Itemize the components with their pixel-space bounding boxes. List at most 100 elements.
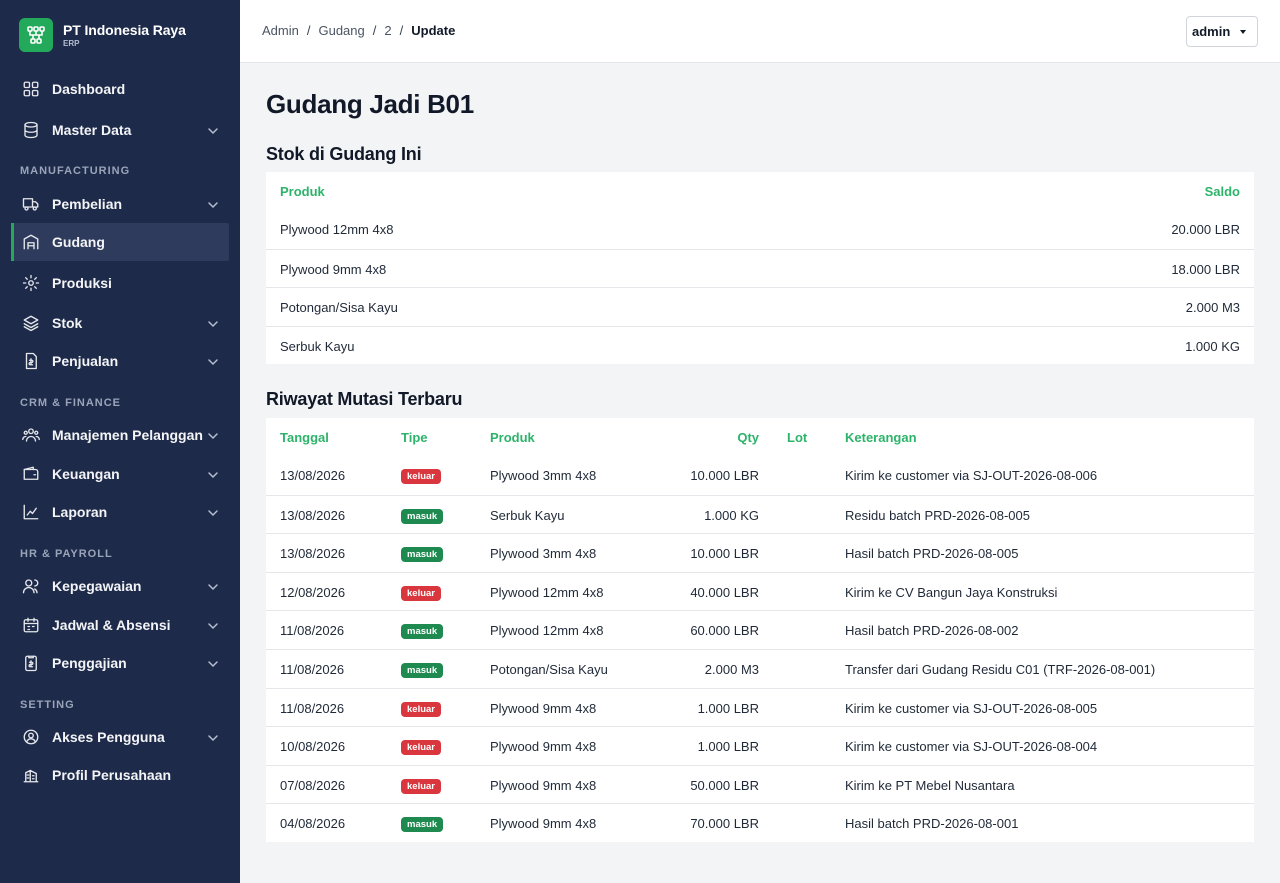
history-product: Plywood 3mm 4x8 bbox=[490, 546, 597, 562]
sidebar-item-jadwal-absensi[interactable]: Jadwal & Absensi bbox=[11, 606, 229, 644]
sidebar-item-stok[interactable]: Stok bbox=[11, 304, 229, 342]
col-date: Tanggal bbox=[280, 430, 329, 445]
breadcrumb-admin[interactable]: Admin bbox=[262, 23, 299, 38]
chevron-down-icon bbox=[207, 619, 219, 631]
sidebar-item-penggajian[interactable]: Penggajian bbox=[11, 644, 229, 682]
history-date: 10/08/2026 bbox=[280, 739, 346, 755]
sidebar-item-laporan[interactable]: Laporan bbox=[11, 493, 229, 531]
history-qty: 40.000 LBR bbox=[690, 584, 759, 600]
sidebar-item-label: Dashboard bbox=[52, 81, 126, 97]
sidebar-item-gudang[interactable]: Gudang bbox=[11, 223, 229, 261]
wallet-icon bbox=[22, 465, 40, 483]
sidebar-item-label: Profil Perusahaan bbox=[52, 767, 172, 783]
sidebar-item-label: Manajemen Pelanggan bbox=[52, 427, 203, 443]
sidebar-item-pembelian[interactable]: Pembelian bbox=[11, 185, 229, 223]
brand[interactable]: PT Indonesia Raya ERP bbox=[0, 0, 240, 70]
type-badge: masuk bbox=[401, 547, 444, 563]
sidebar-item-label: Penggajian bbox=[52, 655, 127, 671]
history-date: 11/08/2026 bbox=[280, 700, 345, 716]
table-row: Plywood 12mm 4x8 20.000 LBR bbox=[266, 210, 1254, 249]
page-title: Gudang Jadi B01 bbox=[266, 89, 474, 119]
sidebar-item-dashboard[interactable]: Dashboard bbox=[11, 70, 229, 108]
sidebar-item-keuangan[interactable]: Keuangan bbox=[11, 455, 229, 493]
history-date: 13/08/2026 bbox=[280, 546, 346, 562]
type-badge: masuk bbox=[401, 662, 444, 678]
history-note: Kirim ke customer via SJ-OUT-2026-08-004 bbox=[845, 739, 1098, 755]
history-qty: 2.000 M3 bbox=[704, 661, 759, 677]
chevron-down-icon bbox=[207, 468, 219, 480]
history-product: Serbuk Kayu bbox=[490, 507, 565, 523]
col-type: Tipe bbox=[401, 430, 428, 445]
type-badge: masuk bbox=[401, 817, 444, 833]
table-row: 11/08/2026 masuk Plywood 12mm 4x8 60.000 LB… bbox=[266, 610, 1254, 649]
history-qty: 1.000 KG bbox=[704, 507, 759, 523]
building-icon bbox=[22, 766, 40, 784]
stock-product: Serbuk Kayu bbox=[280, 338, 355, 354]
sidebar-item-master-data[interactable]: Master Data bbox=[11, 111, 229, 149]
col-balance: Saldo bbox=[1204, 184, 1240, 199]
history-date: 04/08/2026 bbox=[280, 816, 346, 832]
history-date: 07/08/2026 bbox=[280, 777, 346, 793]
history-note: Kirim ke customer via SJ-OUT-2026-08-006 bbox=[845, 468, 1098, 483]
hierarchy-icon bbox=[19, 18, 53, 52]
invoice-icon bbox=[22, 352, 40, 370]
people-icon bbox=[22, 577, 40, 595]
table-row: 12/08/2026 keluar Plywood 12mm 4x8 40.000 L… bbox=[266, 571, 1254, 611]
sidebar-item-label: Laporan bbox=[52, 504, 108, 520]
breadcrumb-current: Update bbox=[411, 23, 456, 38]
sidebar-item-label: Produksi bbox=[52, 275, 112, 291]
truck-icon bbox=[22, 195, 40, 213]
history-note: Kirim ke PT Mebel Nusantara bbox=[845, 777, 1015, 793]
database-icon bbox=[22, 121, 40, 139]
sidebar-item-manajemen-pelanggan[interactable]: Manajemen Pelanggan bbox=[11, 416, 229, 454]
history-product: Plywood 9mm 4x8 bbox=[490, 739, 597, 755]
section-manufacturing: MANUFACTURING bbox=[20, 165, 131, 177]
user-name: admin bbox=[1192, 24, 1231, 39]
history-product: Plywood 9mm 4x8 bbox=[490, 816, 597, 832]
sidebar: PT Indonesia Raya ERP MANUFACTURING CRM … bbox=[0, 0, 240, 883]
chevron-down-icon bbox=[207, 429, 219, 441]
stock-product: Plywood 12mm 4x8 bbox=[280, 222, 394, 237]
sidebar-item-produksi[interactable]: Produksi bbox=[11, 264, 229, 302]
history-date: 11/08/2026 bbox=[280, 623, 345, 639]
chevron-down-icon bbox=[207, 317, 219, 329]
sidebar-item-profil-perusahaan[interactable]: Profil Perusahaan bbox=[11, 756, 229, 794]
sidebar-item-label: Jadwal & Absensi bbox=[52, 617, 171, 633]
table-row: 07/08/2026 keluar Plywood 9mm 4x8 50.000 LB… bbox=[266, 764, 1254, 804]
chevron-down-icon bbox=[207, 355, 219, 367]
history-date: 12/08/2026 bbox=[280, 584, 346, 600]
section-setting: SETTING bbox=[20, 699, 75, 711]
sidebar-item-akses-pengguna[interactable]: Akses Pengguna bbox=[11, 718, 229, 756]
history-qty: 10.000 LBR bbox=[690, 546, 759, 562]
stock-title: Stok di Gudang Ini bbox=[266, 144, 422, 164]
grid-icon bbox=[22, 80, 40, 98]
history-product: Plywood 3mm 4x8 bbox=[490, 468, 597, 483]
chevron-down-icon bbox=[207, 731, 219, 743]
breadcrumb-gudang[interactable]: Gudang bbox=[318, 23, 364, 38]
caret-down-icon bbox=[1240, 30, 1246, 34]
history-date: 13/08/2026 bbox=[280, 507, 346, 523]
chevron-down-icon bbox=[207, 580, 219, 592]
history-note: Hasil batch PRD-2026-08-002 bbox=[845, 623, 1019, 639]
history-date: 13/08/2026 bbox=[280, 468, 346, 483]
breadcrumb-id[interactable]: 2 bbox=[384, 23, 391, 38]
chevron-down-icon bbox=[207, 657, 219, 669]
type-badge: keluar bbox=[401, 740, 441, 756]
stock-balance: 2.000 M3 bbox=[1185, 300, 1240, 316]
history-product: Plywood 9mm 4x8 bbox=[490, 700, 597, 716]
history-qty: 70.000 LBR bbox=[690, 816, 759, 832]
history-qty: 1.000 LBR bbox=[697, 700, 759, 716]
table-row: 13/08/2026 masuk Serbuk Kayu 1.000 KG Residu… bbox=[266, 494, 1254, 534]
history-qty: 1.000 LBR bbox=[697, 739, 759, 755]
stock-balance: 18.000 LBR bbox=[1171, 261, 1240, 277]
sidebar-item-label: Akses Pengguna bbox=[52, 729, 165, 745]
table-row: 10/08/2026 keluar Plywood 9mm 4x8 1.000 LBR… bbox=[266, 726, 1254, 765]
history-qty: 50.000 LBR bbox=[690, 777, 759, 793]
sidebar-item-label: Master Data bbox=[52, 122, 132, 138]
sidebar-item-penjualan[interactable]: Penjualan bbox=[11, 342, 229, 380]
sidebar-item-kepegawaian[interactable]: Kepegawaian bbox=[11, 567, 229, 605]
stock-table: Produk Saldo Plywood 12mm 4x8 20.000 LBR P… bbox=[266, 172, 1254, 365]
user-menu-button[interactable]: admin bbox=[1186, 16, 1258, 47]
table-row: 13/08/2026 keluar Plywood 3mm 4x8 10.000 LB… bbox=[266, 456, 1254, 495]
col-note: Keterangan bbox=[845, 430, 917, 445]
